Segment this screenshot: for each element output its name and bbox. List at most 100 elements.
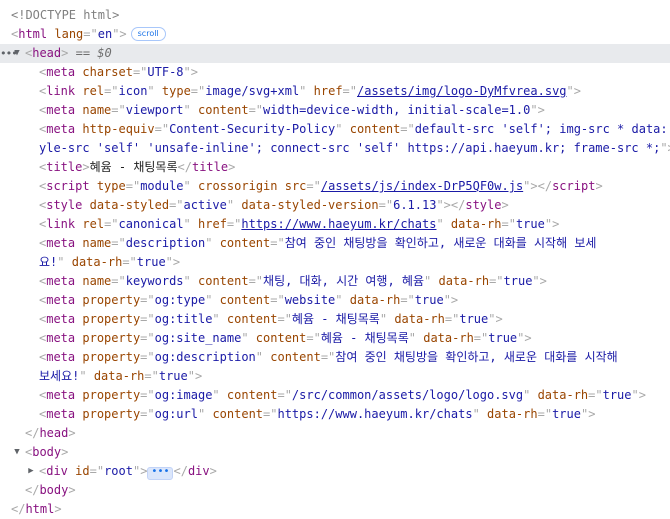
attribute-value[interactable]: width=device-width, initial-scale=1.0	[263, 103, 530, 117]
node-markup[interactable]: 보세요!" data-rh="true">	[39, 367, 202, 386]
attribute-link[interactable]: https://www.haeyum.kr/chats	[241, 217, 436, 231]
tag-name[interactable]: meta	[46, 312, 75, 326]
attribute-name[interactable]: content	[350, 122, 401, 136]
tag-name[interactable]: meta	[46, 122, 75, 136]
dom-node-row[interactable]: 보세요!" data-rh="true">	[0, 367, 670, 386]
attribute-name[interactable]: content	[212, 407, 263, 421]
attribute-link[interactable]: /assets/img/logo-DyMfvrea.svg	[357, 84, 567, 98]
dom-node-row[interactable]: </body>	[0, 481, 670, 500]
tag-name[interactable]: title	[192, 160, 228, 174]
attribute-name[interactable]: name	[82, 103, 111, 117]
expand-triangle-icon[interactable]: ▶	[26, 462, 36, 481]
node-markup[interactable]: <meta property="og:image" content="/src/…	[39, 386, 646, 405]
node-markup[interactable]: <meta charset="UTF-8">	[39, 63, 198, 82]
attribute-name[interactable]: rel	[82, 84, 104, 98]
dom-node-row[interactable]: <!DOCTYPE html>	[0, 6, 670, 25]
attribute-value[interactable]: 혜윰 - 채팅목록	[321, 331, 409, 345]
attribute-value[interactable]: og:image	[155, 388, 213, 402]
node-markup[interactable]: <html lang="en"> scroll	[11, 25, 166, 44]
tag-name[interactable]: meta	[46, 407, 75, 421]
tag-name[interactable]: style	[465, 198, 501, 212]
attribute-value[interactable]: yle-src 'self' 'unsafe-inline'; connect-…	[39, 141, 660, 155]
node-markup[interactable]: <link rel="icon" type="image/svg+xml" hr…	[39, 82, 581, 101]
attribute-value[interactable]: https://www.haeyum.kr/chats	[277, 407, 472, 421]
attribute-name[interactable]: type	[97, 179, 126, 193]
node-markup[interactable]: <meta property="og:type" content="websit…	[39, 291, 458, 310]
attribute-value[interactable]: true	[159, 369, 188, 383]
dom-node-row[interactable]: <meta property="og:image" content="/src/…	[0, 386, 670, 405]
attribute-value[interactable]: og:url	[155, 407, 198, 421]
dom-node-row[interactable]: <meta http-equiv="Content-Security-Polic…	[0, 120, 670, 139]
attribute-value[interactable]: true	[459, 312, 488, 326]
dom-node-row[interactable]: ▶ <div id="root"> ••• </div>	[0, 462, 670, 481]
node-markup[interactable]: <meta http-equiv="Content-Security-Polic…	[39, 120, 670, 139]
tag-name[interactable]: body	[32, 445, 61, 459]
attribute-value[interactable]: 혜윰 - 채팅목록	[292, 312, 380, 326]
attribute-value[interactable]: UTF-8	[147, 65, 183, 79]
attribute-name[interactable]: property	[82, 331, 140, 345]
attribute-name[interactable]: src	[285, 179, 307, 193]
tag-name[interactable]: div	[188, 464, 210, 478]
attribute-value[interactable]: og:description	[155, 350, 256, 364]
dom-node-row[interactable]: <meta property="og:site_name" content="혜…	[0, 329, 670, 348]
dom-node-row[interactable]: <meta charset="UTF-8">	[0, 63, 670, 82]
attribute-value[interactable]: og:type	[155, 293, 206, 307]
attribute-value[interactable]: true	[137, 255, 166, 269]
dom-node-row[interactable]: <style data-styled="active" data-styled-…	[0, 196, 670, 215]
node-markup[interactable]: <meta name="keywords" content="채팅, 대화, 시…	[39, 272, 547, 291]
attribute-name[interactable]: content	[198, 103, 249, 117]
attribute-name[interactable]: content	[220, 293, 271, 307]
dom-node-row[interactable]: <meta name="keywords" content="채팅, 대화, 시…	[0, 272, 670, 291]
tag-name[interactable]: style	[46, 198, 82, 212]
attribute-name[interactable]: rel	[82, 217, 104, 231]
attribute-value[interactable]: 6.1.13	[393, 198, 436, 212]
attribute-value[interactable]: true	[516, 217, 545, 231]
attribute-value[interactable]: image/svg+xml	[205, 84, 299, 98]
node-markup[interactable]: </head>	[25, 424, 76, 443]
node-markup[interactable]: <meta property="og:title" content="혜윰 - …	[39, 310, 503, 329]
attribute-value[interactable]: website	[285, 293, 336, 307]
attribute-value[interactable]: /src/common/assets/logo/logo.svg	[292, 388, 523, 402]
dom-node-row[interactable]: <meta property="og:type" content="websit…	[0, 291, 670, 310]
tag-name[interactable]: head	[32, 46, 61, 60]
attribute-name[interactable]: crossorigin	[198, 179, 277, 193]
node-markup[interactable]: <title>혜윰 - 채팅목록</title>	[39, 158, 235, 177]
attribute-name[interactable]: property	[82, 407, 140, 421]
collapse-triangle-icon[interactable]: ▼	[12, 44, 22, 63]
attribute-value[interactable]: canonical	[119, 217, 184, 231]
attribute-name[interactable]: data-rh	[423, 331, 474, 345]
attribute-name[interactable]: lang	[54, 27, 83, 41]
attribute-value[interactable]: Content-Security-Policy	[169, 122, 335, 136]
tag-name[interactable]: meta	[46, 236, 75, 250]
dom-node-row-selected[interactable]: ••• ▼ <head> == $0	[0, 44, 670, 63]
attribute-value[interactable]: icon	[119, 84, 148, 98]
attribute-link[interactable]: /assets/js/index-DrP5QF0w.js	[321, 179, 523, 193]
scroll-badge[interactable]: scroll	[130, 27, 166, 41]
attribute-name[interactable]: property	[82, 388, 140, 402]
attribute-name[interactable]: content	[227, 388, 278, 402]
dom-node-row[interactable]: <script type="module" crossorigin src="/…	[0, 177, 670, 196]
node-markup[interactable]: <script type="module" crossorigin src="/…	[39, 177, 603, 196]
attribute-name[interactable]: property	[82, 293, 140, 307]
attribute-value[interactable]: default-src 'self'; img-src * data:; st	[415, 122, 670, 136]
attribute-name[interactable]: name	[82, 236, 111, 250]
attribute-name[interactable]: content	[220, 236, 271, 250]
tag-name[interactable]: meta	[46, 293, 75, 307]
attribute-value[interactable]: 보세요!	[39, 369, 79, 383]
tag-name[interactable]: body	[39, 483, 68, 497]
attribute-name[interactable]: http-equiv	[82, 122, 154, 136]
attribute-value[interactable]: true	[552, 407, 581, 421]
dom-node-row[interactable]: 요!" data-rh="true">	[0, 253, 670, 272]
tag-name[interactable]: script	[46, 179, 89, 193]
tag-name[interactable]: link	[46, 217, 75, 231]
attribute-name[interactable]: data-rh	[394, 312, 445, 326]
attribute-value[interactable]: true	[504, 274, 533, 288]
tag-name[interactable]: meta	[46, 388, 75, 402]
node-markup[interactable]: <style data-styled="active" data-styled-…	[39, 196, 509, 215]
tag-name[interactable]: meta	[46, 274, 75, 288]
attribute-value[interactable]: og:site_name	[155, 331, 242, 345]
node-markup[interactable]: <head> == $0	[25, 44, 112, 63]
node-markup[interactable]: 요!" data-rh="true">	[39, 253, 180, 272]
node-markup[interactable]: <link rel="canonical" href="https://www.…	[39, 215, 559, 234]
tag-name[interactable]: link	[46, 84, 75, 98]
